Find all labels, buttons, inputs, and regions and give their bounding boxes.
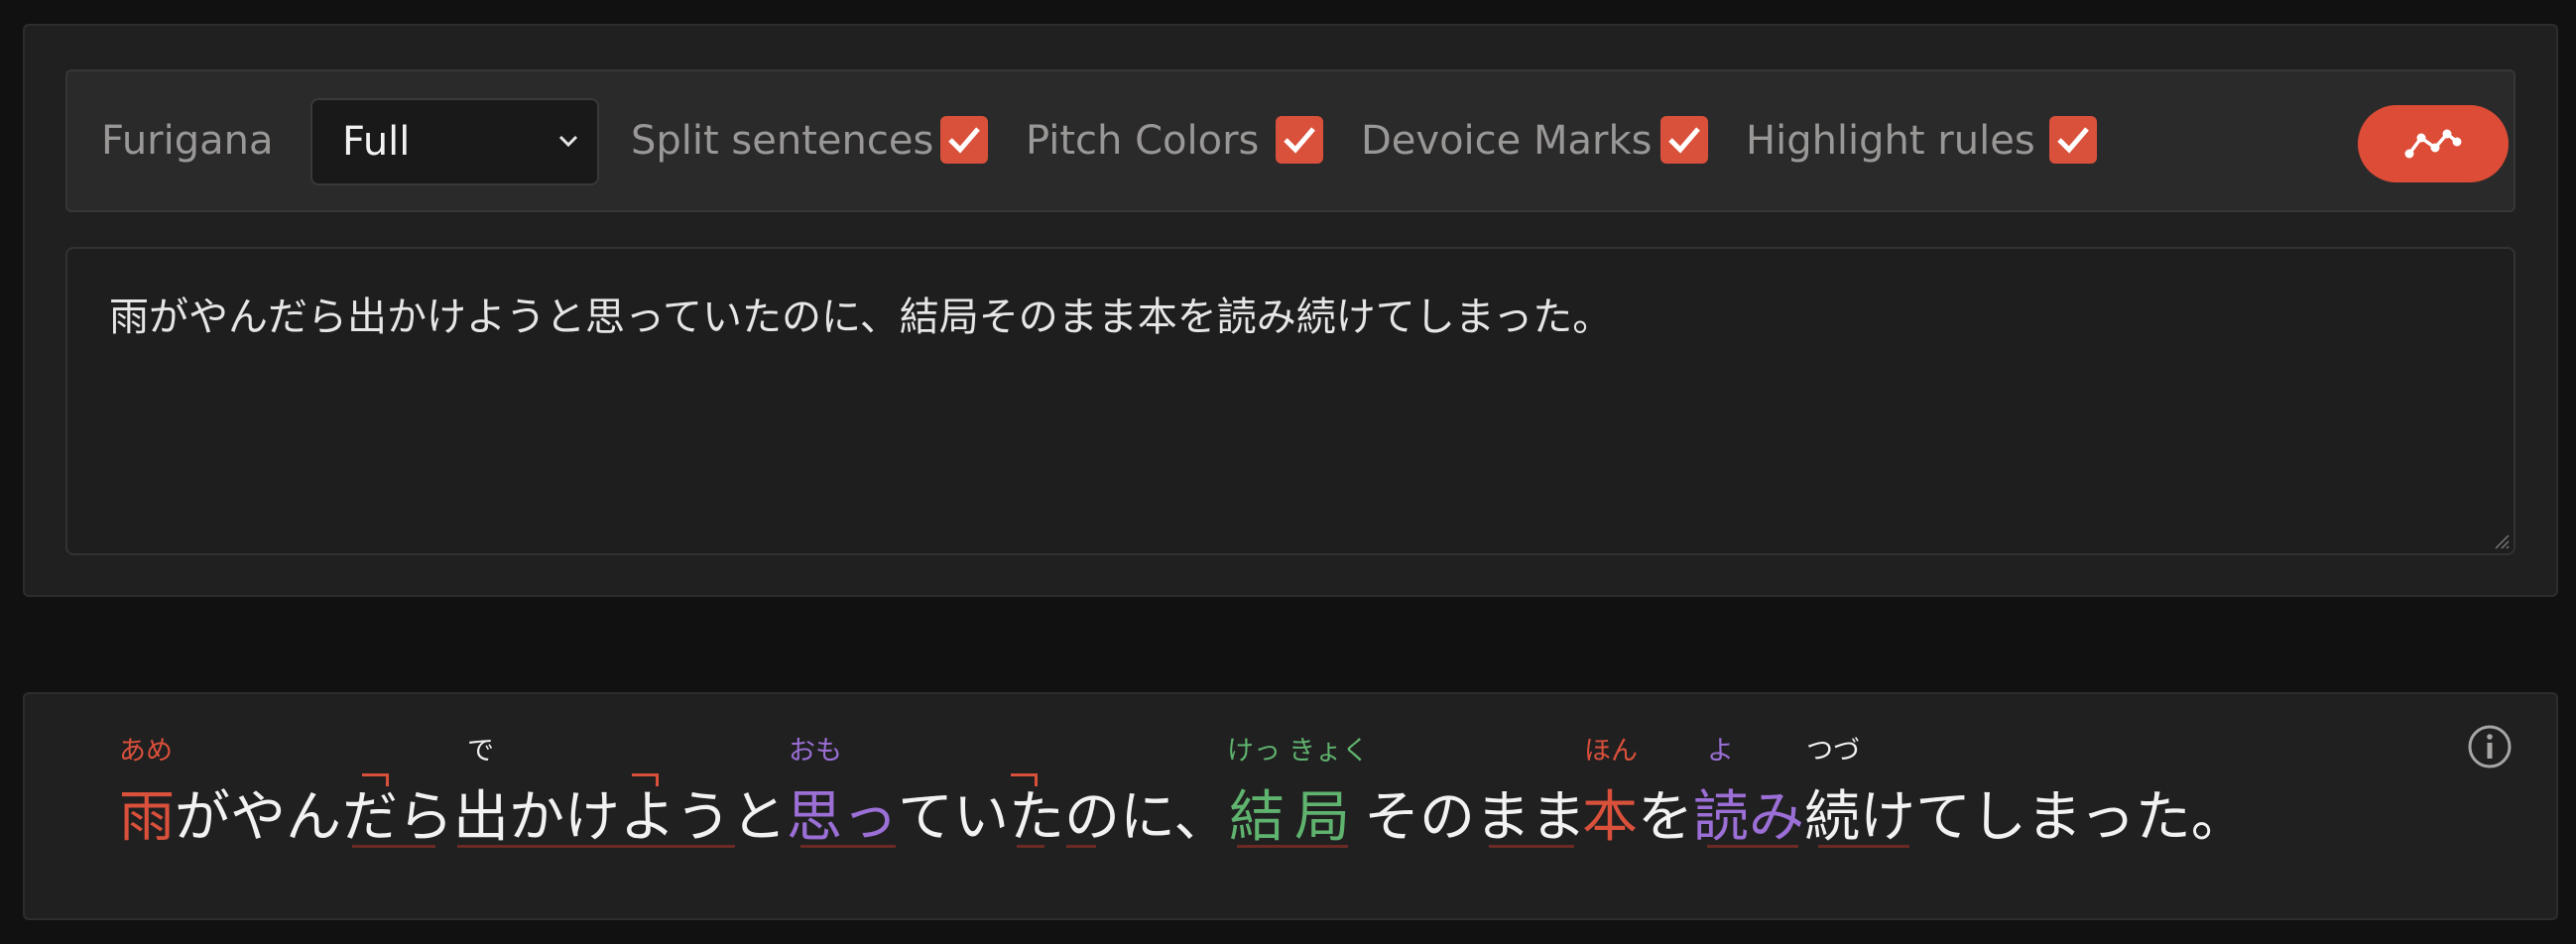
rule-underline (352, 845, 435, 848)
base-text: を (1638, 785, 1693, 850)
pitch-colors-label: Pitch Colors (1026, 118, 1260, 164)
rule-underline (1017, 845, 1044, 848)
highlight-rules-checkbox[interactable] (2049, 116, 2097, 164)
split-sentences-checkbox[interactable] (940, 116, 988, 164)
furigana-label: Furigana (101, 118, 274, 164)
split-sentences-label: Split sentences (631, 118, 934, 164)
rule-underline (1237, 845, 1348, 848)
furigana-reading: で (467, 736, 494, 767)
resize-handle-icon[interactable] (2492, 531, 2510, 549)
rule-underline (800, 845, 896, 848)
furigana-reading: つづ (1806, 736, 1860, 767)
graph-icon (2404, 129, 2462, 159)
furigana-select[interactable]: Full (310, 98, 599, 185)
highlight-rules-label: Highlight rules (1746, 118, 2035, 164)
rule-underline (1818, 845, 1909, 848)
furigana-reading: よ (1707, 736, 1734, 767)
base-text: 本 (1582, 785, 1638, 850)
check-icon (948, 127, 980, 154)
furigana-select-value: Full (342, 119, 411, 165)
check-icon (1668, 127, 1700, 154)
furigana-reading: ほん (1584, 736, 1638, 767)
input-panel: Furigana Full Split sentences Pitch Colo… (23, 24, 2558, 597)
rule-underline (1066, 845, 1096, 848)
japanese-text-input[interactable]: 雨がやんだら出かけようと思っていたのに、結局そのまま本を読み続けてしまった。 (65, 247, 2515, 555)
furigana-reading: あめ (119, 736, 173, 767)
input-text: 雨がやんだら出かけようと思っていたのに、結局そのまま本を読み続けてしまった。 (109, 295, 1613, 340)
devoice-marks-label: Devoice Marks (1361, 118, 1653, 164)
check-icon (1284, 127, 1315, 154)
furigana-reading: おも (789, 736, 842, 767)
pitch-colors-checkbox[interactable] (1276, 116, 1323, 164)
furigana-reading: けっ (1227, 736, 1281, 767)
chevron-down-icon (558, 135, 578, 148)
furigana-reading: きょく (1288, 736, 1369, 767)
rule-underline (1707, 845, 1798, 848)
pitch-drop-marker (1011, 773, 1038, 786)
pitch-drop-marker (362, 773, 389, 786)
devoice-marks-checkbox[interactable] (1660, 116, 1708, 164)
base-text: 雨 (119, 785, 175, 850)
pitch-drop-marker (632, 773, 659, 786)
pitch-graph-button[interactable] (2358, 105, 2509, 182)
info-icon[interactable] (2466, 723, 2514, 770)
check-icon (2057, 127, 2089, 154)
base-text: がやん (175, 785, 341, 850)
base-text: ていたのに、 (898, 785, 1230, 850)
furigana-output-panel: あめ 雨 がやん だら で 出 かけようと おも 思 っ ていたのに、 けっ 結… (23, 692, 2558, 920)
rule-underline (457, 845, 735, 848)
base-text: けてしまった。 (1860, 785, 2247, 850)
options-toolbar: Furigana Full Split sentences Pitch Colo… (65, 69, 2515, 212)
rule-underline (1489, 845, 1574, 848)
